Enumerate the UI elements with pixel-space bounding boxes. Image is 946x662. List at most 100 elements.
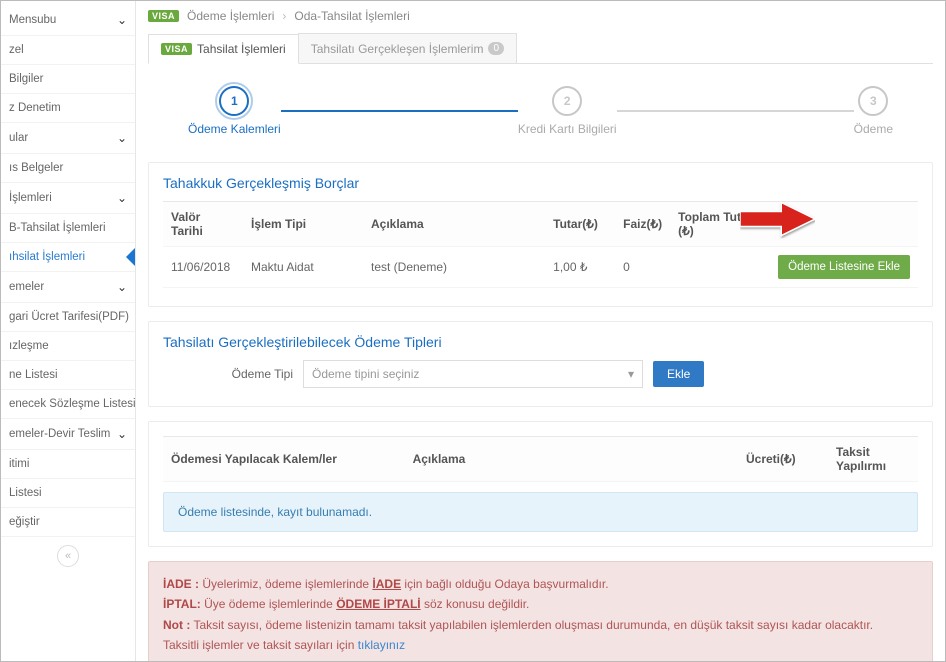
step-label: Ödeme	[854, 122, 893, 136]
sidebar-item[interactable]: itimi	[1, 450, 135, 479]
table-header-row: Ödemesi Yapılacak Kalem/ler Açıklama Ücr…	[163, 437, 918, 482]
panel-title: Tahsilatı Gerçekleştirilebilecek Ödeme T…	[163, 334, 918, 350]
step-label: Ödeme Kalemleri	[188, 122, 281, 136]
sidebar-item[interactable]: ıhsilat İşlemleri	[1, 243, 135, 272]
sidebar-item-label: zel	[9, 44, 24, 56]
tab-badge: 0	[488, 42, 504, 55]
sidebar-item-label: Mensubu	[9, 14, 56, 26]
sidebar-item-label: emeler	[9, 281, 44, 293]
col-aciklama: Açıklama	[405, 437, 738, 482]
panel-payment-types: Tahsilatı Gerçekleştirilebilecek Ödeme T…	[148, 321, 933, 407]
warn-not: Not :	[163, 618, 190, 632]
sidebar-item[interactable]: İşlemleri ⌄	[1, 183, 135, 214]
chevron-down-icon: ⌄	[117, 13, 127, 27]
warning-panel: İADE : Üyelerimiz, ödeme işlemlerinde İA…	[148, 561, 933, 661]
step-1[interactable]: 1 Ödeme Kalemleri	[188, 86, 281, 136]
sidebar-item-label: gari Ücret Tarifesi(PDF)	[9, 311, 129, 323]
sidebar-item[interactable]: ızleşme	[1, 332, 135, 361]
caret-down-icon: ▾	[628, 367, 634, 381]
step-2[interactable]: 2 Kredi Kartı Bilgileri	[518, 86, 617, 136]
sidebar-item[interactable]: emeler-Devir Teslim ⌄	[1, 419, 135, 450]
col-taksit: Taksit Yapılırmı	[828, 437, 918, 482]
col-valor: Valör Tarihi	[163, 202, 243, 247]
col-aciklama: Açıklama	[363, 202, 545, 247]
step-circle: 2	[552, 86, 582, 116]
cell-tutar: 1,00 ₺	[545, 247, 615, 288]
main-content: VISA Ödeme İşlemleri › Oda-Tahsilat İşle…	[136, 1, 945, 661]
tab-gerceklesen[interactable]: Tahsilatı Gerçekleşen İşlemlerim 0	[298, 33, 517, 63]
sidebar-item[interactable]: Bilgiler	[1, 65, 135, 94]
callout-arrow-icon	[740, 199, 815, 239]
empty-state: Ödeme listesinde, kayıt bulunamadı.	[163, 492, 918, 532]
col-tutar: Tutar(₺)	[545, 202, 615, 247]
breadcrumb-item: Oda-Tahsilat İşlemleri	[294, 9, 409, 23]
sidebar-item-label: emeler-Devir Teslim	[9, 428, 110, 440]
sidebar-item[interactable]: Listesi	[1, 479, 135, 508]
stepper-line	[281, 110, 518, 112]
col-kalem: Ödemesi Yapılacak Kalem/ler	[163, 437, 405, 482]
panel-debts: Tahakkuk Gerçekleşmiş Borçlar Valör Tari…	[148, 162, 933, 307]
tab-label: Tahsilat İşlemleri	[197, 42, 286, 56]
sidebar-item-label: Bilgiler	[9, 73, 44, 85]
panel-pending: Ödemesi Yapılacak Kalem/ler Açıklama Ücr…	[148, 421, 933, 547]
sidebar-item-label: enecek Sözleşme Listesi	[9, 398, 136, 410]
sidebar-item-label: ıhsilat İşlemleri	[9, 251, 85, 263]
sidebar-item[interactable]: zel	[1, 36, 135, 65]
warn-iade: İADE :	[163, 577, 199, 591]
sidebar-item-label: İşlemleri	[9, 192, 52, 204]
sidebar-item-label: eğiştir	[9, 516, 40, 528]
table-row: 11/06/2018 Maktu Aidat test (Deneme) 1,0…	[163, 247, 918, 288]
sidebar-item[interactable]: eğiştir	[1, 508, 135, 537]
sidebar-item-label: B-Tahsilat İşlemleri	[9, 222, 106, 234]
payment-type-select[interactable]: Ödeme tipini seçiniz ▾	[303, 360, 643, 388]
add-button[interactable]: Ekle	[653, 361, 704, 387]
sidebar-item[interactable]: enecek Sözleşme Listesi	[1, 390, 135, 419]
step-circle: 3	[858, 86, 888, 116]
sidebar-item-label: ızleşme	[9, 340, 49, 352]
pending-table: Ödemesi Yapılacak Kalem/ler Açıklama Ücr…	[163, 436, 918, 482]
panel-title: Tahakkuk Gerçekleşmiş Borçlar	[163, 175, 918, 191]
stepper: 1 Ödeme Kalemleri 2 Kredi Kartı Bilgiler…	[188, 86, 893, 136]
chevron-down-icon: ⌄	[117, 280, 127, 294]
cell-aciklama: test (Deneme)	[363, 247, 545, 288]
sidebar-item-label: itimi	[9, 458, 29, 470]
cell-faiz: 0	[615, 247, 670, 288]
sidebar-item-label: ıs Belgeler	[9, 162, 63, 174]
chevron-down-icon: ⌄	[117, 427, 127, 441]
col-faiz: Faiz(₺)	[615, 202, 670, 247]
tab-label: Tahsilatı Gerçekleşen İşlemlerim	[311, 42, 484, 56]
sidebar-item-label: z Denetim	[9, 102, 61, 114]
sidebar-item[interactable]: z Denetim	[1, 94, 135, 123]
sidebar-item[interactable]: B-Tahsilat İşlemleri	[1, 214, 135, 243]
breadcrumb-item[interactable]: Ödeme İşlemleri	[187, 9, 274, 23]
warn-iptal: İPTAL:	[163, 597, 201, 611]
payment-type-label: Ödeme Tipi	[163, 367, 293, 381]
installment-link[interactable]: tıklayınız	[358, 638, 405, 652]
tab-tahsilat[interactable]: VISA Tahsilat İşlemleri	[148, 34, 299, 64]
visa-icon: VISA	[161, 43, 192, 55]
step-circle: 1	[219, 86, 249, 116]
sidebar-item-label: Listesi	[9, 487, 42, 499]
sidebar-item-label: ular	[9, 132, 28, 144]
chevron-down-icon: ⌄	[117, 191, 127, 205]
sidebar-item[interactable]: Mensubu ⌄	[1, 5, 135, 36]
cell-tip: Maktu Aidat	[243, 247, 363, 288]
tabs: VISA Tahsilat İşlemleri Tahsilatı Gerçek…	[148, 33, 933, 64]
sidebar-item[interactable]: ıs Belgeler	[1, 154, 135, 183]
sidebar-item[interactable]: emeler ⌄	[1, 272, 135, 303]
cell-valor: 11/06/2018	[163, 247, 243, 288]
select-placeholder: Ödeme tipini seçiniz	[312, 367, 419, 381]
cell-toplam	[670, 247, 770, 288]
sidebar-item[interactable]: gari Ücret Tarifesi(PDF)	[1, 303, 135, 332]
sidebar: Mensubu⌄zelBilgilerz Denetimular⌄ıs Belg…	[1, 1, 136, 661]
step-3[interactable]: 3 Ödeme	[854, 86, 893, 136]
sidebar-item[interactable]: ular⌄	[1, 123, 135, 154]
col-islemtipi: İşlem Tipi	[243, 202, 363, 247]
add-to-payment-list-button[interactable]: Ödeme Listesine Ekle	[778, 255, 910, 279]
chevron-right-icon: ›	[282, 9, 286, 23]
collapse-sidebar-icon[interactable]: «	[57, 545, 79, 567]
step-label: Kredi Kartı Bilgileri	[518, 122, 617, 136]
sidebar-item[interactable]: ne Listesi	[1, 361, 135, 390]
stepper-line	[617, 110, 854, 112]
breadcrumb: VISA Ödeme İşlemleri › Oda-Tahsilat İşle…	[148, 9, 933, 23]
